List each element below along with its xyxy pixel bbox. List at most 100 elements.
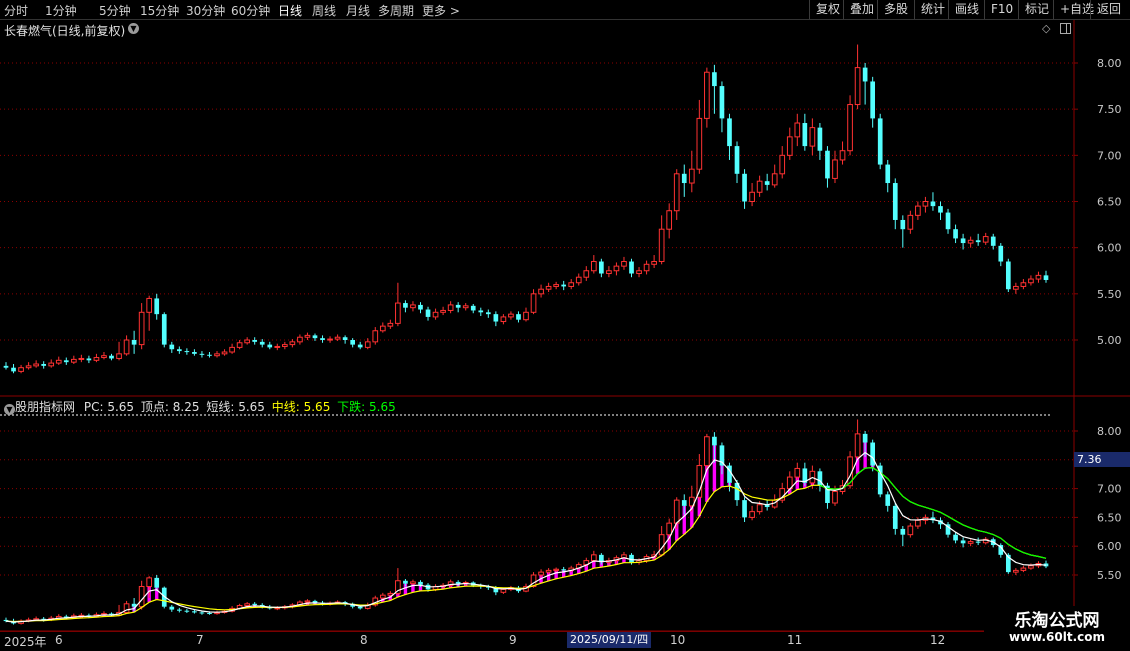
main-candle-up — [221, 351, 228, 355]
main-candle-up — [651, 261, 657, 265]
ind-tick-label: 7.00 — [1097, 483, 1122, 496]
ind-candle-down — [192, 611, 197, 613]
date-label-aug: 8 — [360, 633, 368, 647]
pc-value: 5.65 — [107, 400, 135, 414]
main-candle-up — [643, 263, 650, 272]
main-candle-down — [342, 337, 348, 340]
main-candle-up — [907, 214, 914, 230]
ind-candle-up — [1028, 565, 1034, 569]
main-candle-up — [688, 168, 695, 184]
ind-tick-label: 6.00 — [1097, 540, 1122, 553]
watermark: 乐淘公式网 www.60lt.com — [984, 606, 1130, 650]
down-label: 下跌: — [337, 400, 366, 414]
ind-candle-down — [169, 606, 175, 610]
ind-candle-up — [244, 603, 250, 607]
main-candle-down — [154, 298, 160, 315]
main-candle-up — [1028, 278, 1034, 284]
main-candle-down — [719, 86, 725, 119]
ind-candle-down — [184, 610, 190, 612]
main-candle-up — [967, 239, 974, 244]
ind-candle-down — [712, 436, 717, 446]
main-candle-down — [259, 341, 265, 345]
main-candle-down — [870, 81, 876, 119]
main-candle-down — [516, 314, 521, 320]
main-candle-down — [1043, 275, 1049, 280]
main-candle-down — [599, 261, 604, 274]
main-candle-up — [756, 180, 763, 193]
ind-candle-up — [915, 519, 921, 527]
watermark-url: www.60lt.com — [1008, 630, 1106, 644]
panel-toggle-icon[interactable] — [1060, 23, 1071, 34]
ind-candle-up — [749, 511, 755, 518]
chevron-down-icon[interactable]: ▼ — [128, 23, 139, 34]
main-candle-down — [252, 340, 258, 342]
ind-candle-up — [500, 588, 507, 593]
main-candle-up — [78, 357, 85, 360]
main-candle-up — [447, 304, 454, 311]
date-label-oct: 10 — [670, 633, 686, 647]
main-candle-up — [214, 353, 220, 357]
main-candle-up — [779, 154, 786, 175]
ind-candle-up — [138, 586, 145, 608]
watermark-title: 乐淘公式网 — [1014, 611, 1100, 631]
main-candle-up — [500, 316, 507, 323]
main-candle-down — [742, 173, 747, 202]
ind-candle-down — [953, 534, 958, 541]
diamond-icon[interactable]: ◇ — [1042, 23, 1054, 35]
main-candle-up — [304, 334, 311, 338]
main-candle-up — [922, 201, 929, 207]
ind-candle-down — [252, 603, 258, 605]
ind-candle-down — [681, 500, 687, 506]
mid-label: 中线: — [271, 400, 300, 414]
main-candle-down — [418, 304, 423, 310]
main-candle-up — [70, 358, 77, 363]
main-candle-up — [462, 305, 469, 309]
main-candle-down — [192, 352, 197, 354]
ind-candle-up — [545, 569, 552, 573]
main-candle-down — [199, 353, 205, 355]
main-candle-down — [900, 219, 906, 230]
main-candle-up — [854, 67, 861, 106]
ind-candle-up — [146, 577, 153, 588]
main-candle-down — [930, 201, 936, 207]
main-candle-up — [1020, 282, 1027, 287]
top-value: 8.25 — [172, 400, 200, 414]
main-candle-up — [327, 338, 333, 341]
main-candle-up — [636, 270, 642, 275]
main-candle-up — [982, 236, 989, 243]
main-candle-down — [357, 344, 363, 348]
main-candle-up — [621, 261, 627, 267]
main-candle-up — [673, 173, 680, 212]
cursor-price-label: 7.36 — [1074, 452, 1130, 467]
main-candle-down — [1005, 261, 1011, 290]
main-candle-down — [425, 309, 431, 317]
main-candle-up — [282, 344, 288, 347]
main-candle-up — [794, 122, 801, 138]
kline-chart[interactable]: 8.007.507.006.506.005.505.008.007.507.00… — [0, 0, 1130, 650]
main-candle-down — [945, 212, 951, 230]
ind-candle-up — [673, 499, 680, 524]
main-candle-down — [938, 206, 943, 213]
main-candle-up — [809, 127, 816, 147]
main-candle-up — [25, 365, 32, 369]
main-candle-down — [267, 344, 273, 348]
main-candle-up — [749, 191, 755, 202]
main-candle-up — [847, 104, 853, 152]
main-candle-up — [395, 302, 401, 324]
main-candle-down — [176, 349, 182, 352]
main-candle-down — [493, 314, 499, 322]
top-label: 顶点: — [140, 400, 169, 414]
main-candle-down — [561, 284, 567, 287]
main-candle-up — [832, 159, 838, 179]
main-candle-down — [953, 229, 958, 239]
main-candle-up — [146, 297, 153, 313]
indicator-toggle-icon[interactable]: ▼ — [4, 404, 15, 415]
down-value: 5.65 — [369, 400, 396, 414]
main-candle-down — [403, 303, 408, 308]
ind-tick-label: 8.00 — [1097, 425, 1122, 438]
main-candle-up — [658, 228, 665, 263]
main-candle-down — [109, 355, 114, 359]
main-candle-up — [93, 357, 100, 361]
main-candle-down — [825, 150, 830, 179]
main-tick-label: 6.50 — [1097, 196, 1122, 209]
